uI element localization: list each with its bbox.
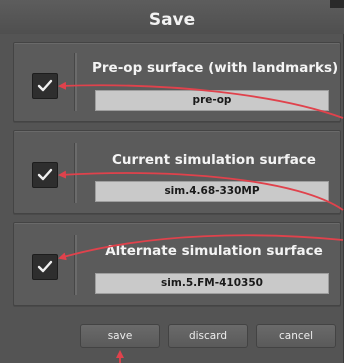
- titlebar-corner: [330, 0, 344, 8]
- panel-separator: [74, 53, 77, 111]
- panel-preop: Pre-op surface (with landmarks) pre-op: [13, 42, 341, 122]
- panel-separator: [74, 235, 77, 295]
- panel-current-sim: Current simulation surface sim.4.68-330M…: [13, 130, 341, 214]
- dialog-title: Save: [148, 10, 196, 30]
- checkmark-icon: [37, 168, 53, 181]
- save-button[interactable]: save: [80, 324, 160, 348]
- surface-field-current-sim[interactable]: sim.4.68-330MP: [95, 181, 329, 202]
- save-dialog: Save Pre-op surface (with landmarks) pre…: [0, 0, 344, 363]
- checkbox-alternate-sim[interactable]: [32, 254, 58, 280]
- checkbox-preop[interactable]: [32, 73, 58, 99]
- checkmark-icon: [37, 79, 53, 92]
- surface-field-preop[interactable]: pre-op: [95, 90, 329, 111]
- panel-title-alternate-sim: Alternate simulation surface: [105, 243, 323, 259]
- discard-button[interactable]: discard: [168, 324, 248, 348]
- dialog-titlebar: Save: [0, 0, 344, 34]
- panel-separator: [74, 143, 77, 203]
- panel-title-current-sim: Current simulation surface: [112, 152, 316, 168]
- surface-field-alternate-sim[interactable]: sim.5.FM-410350: [95, 273, 329, 294]
- panel-title-preop: Pre-op surface (with landmarks): [92, 60, 339, 76]
- cancel-button[interactable]: cancel: [256, 324, 336, 348]
- checkbox-current-sim[interactable]: [32, 162, 58, 188]
- checkmark-icon: [37, 260, 53, 273]
- panel-alternate-sim: Alternate simulation surface sim.5.FM-41…: [13, 222, 341, 306]
